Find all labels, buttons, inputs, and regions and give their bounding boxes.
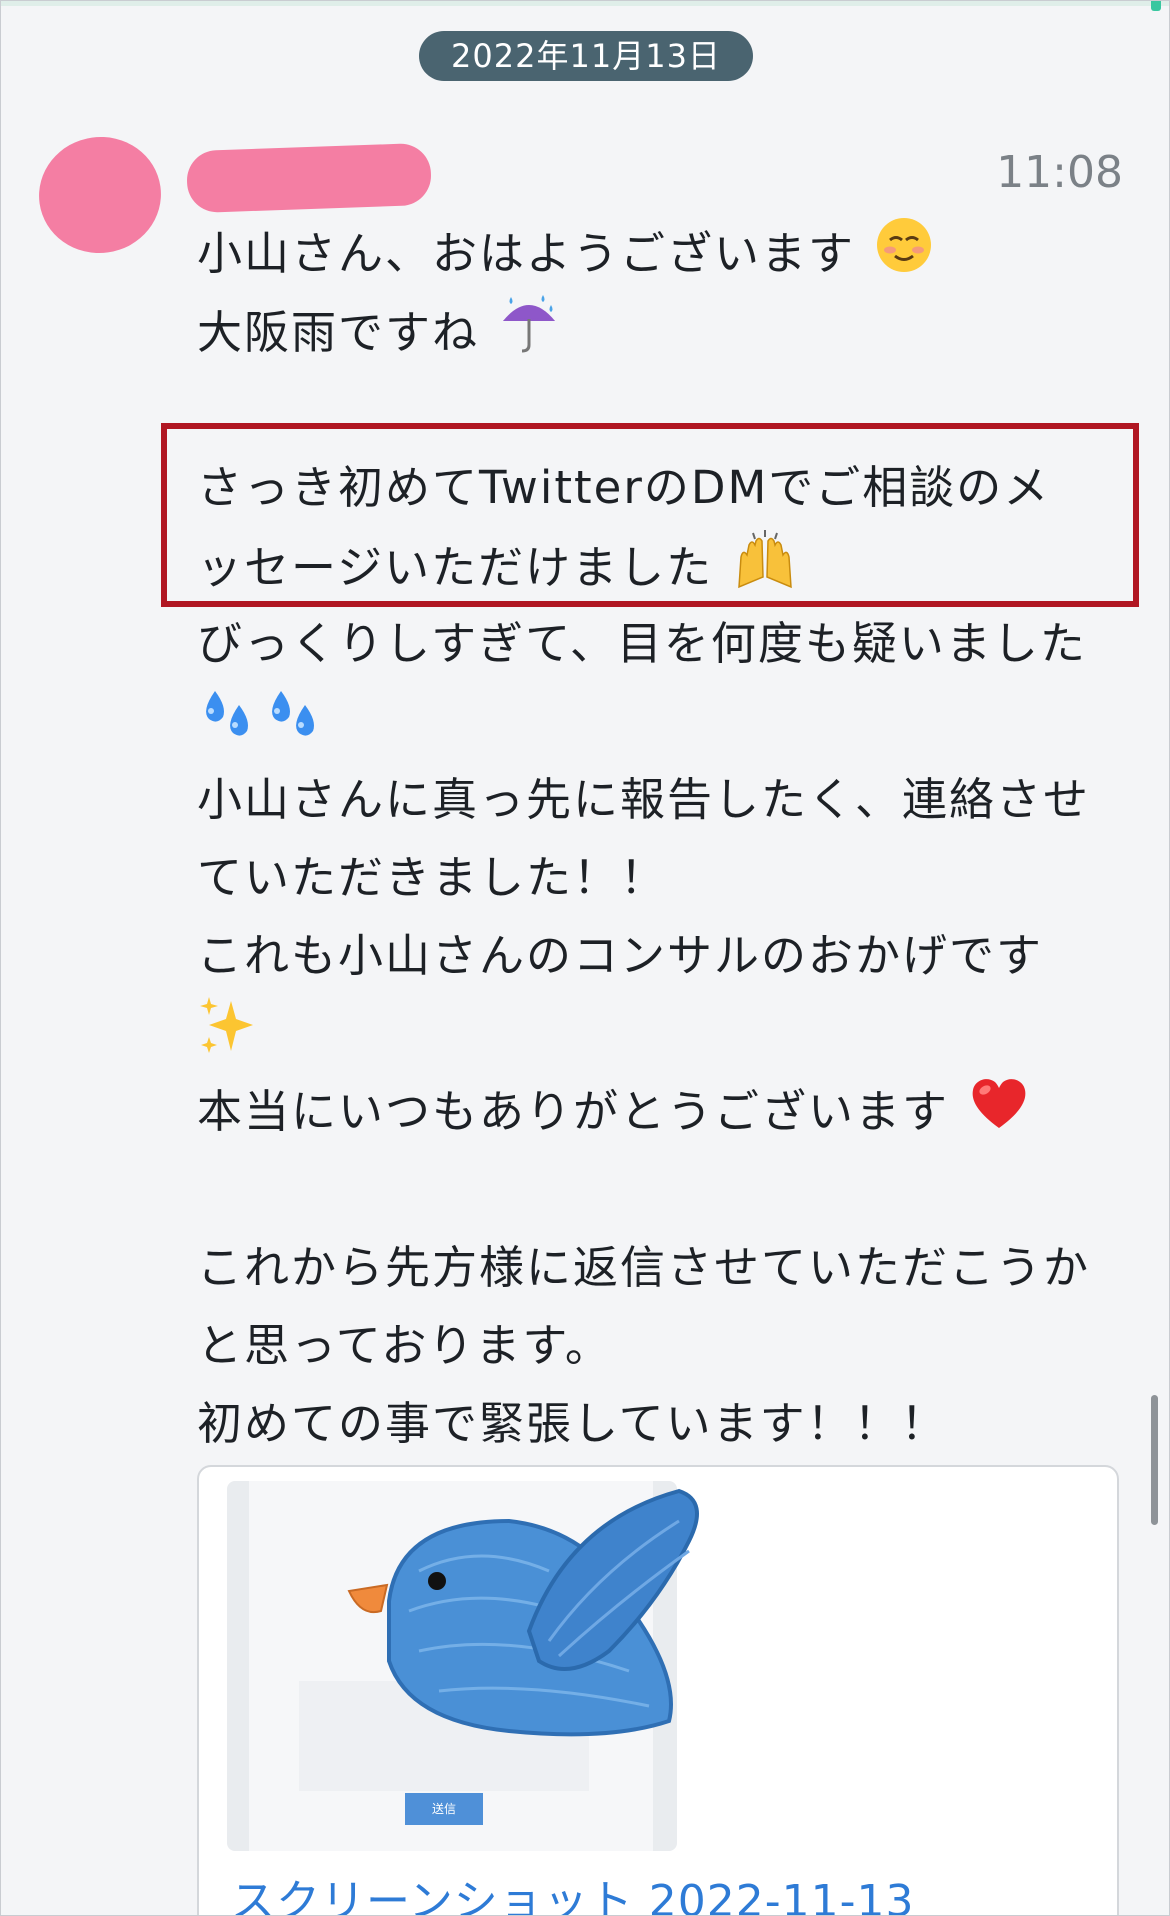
message-line: [197, 683, 1117, 761]
attachment-filename-link[interactable]: スクリーンショット 2022-11-13: [231, 1865, 915, 1915]
umbrella-with-rain-icon: [499, 293, 559, 379]
scrollbar-thumb[interactable]: [1151, 1395, 1158, 1525]
message-line: 小山さん、おはようございます: [197, 215, 1117, 293]
highlight-annotation-box: [161, 423, 1139, 607]
top-accent-marker: [1151, 1, 1161, 11]
sparkles-emoji-icon: [197, 995, 259, 1081]
date-separator: 2022年11月13日: [419, 31, 753, 81]
message-line-text: これから先方様に返信させていただこうか: [197, 1241, 1091, 1294]
avatar-redacted[interactable]: [31, 129, 169, 261]
message-line-text: 本当にいつもありがとうございます: [197, 1085, 950, 1138]
message-line: これも小山さんのコンサルのおかげです: [197, 917, 1117, 995]
message-line-blank: [197, 1151, 1117, 1229]
message-line-text: びっくりしすぎて、目を何度も疑いました: [197, 617, 1087, 670]
message-line: びっくりしすぎて、目を何度も疑いました: [197, 605, 1117, 683]
message-line-text: 小山さんに真っ先に報告したく、連絡させ: [197, 773, 1091, 826]
sweat-droplets-emoji-icon: [197, 683, 323, 769]
top-accent-bar: [1, 1, 1169, 6]
thumbnail-send-button: 送信: [405, 1793, 483, 1825]
message-line: 小山さんに真っ先に報告したく、連絡させ: [197, 761, 1117, 839]
message-line-text: と思っております。: [197, 1319, 612, 1372]
message-line: ていただきました！！: [197, 839, 1117, 917]
message-line-text: 小山さん、おはようございます: [197, 227, 856, 280]
message-line: 本当にいつもありがとうございます: [197, 1073, 1117, 1151]
message-line-text: ていただきました！！: [197, 851, 668, 904]
message-line: [197, 995, 1117, 1073]
chat-window: 2022年11月13日 11:08 小山さん、おはようございます 大阪雨ですね: [0, 0, 1170, 1916]
bird-sticker-icon: [347, 1488, 699, 1737]
relieved-face-emoji-icon: [875, 216, 933, 298]
message-line-text: 初めての事で緊張しています！！！: [197, 1397, 948, 1450]
message-line: 初めての事で緊張しています！！！: [197, 1385, 1117, 1463]
sender-name-redacted[interactable]: [185, 142, 433, 214]
message-body: 小山さん、おはようございます 大阪雨ですね さっき初めてTwitterのDMでご…: [197, 215, 1117, 1463]
message-timestamp: 11:08: [996, 147, 1123, 198]
message-line-text: これも小山さんのコンサルのおかげです: [197, 929, 1044, 982]
message-line: 大阪雨ですね: [197, 293, 1117, 371]
message-line: これから先方様に返信させていただこうか: [197, 1229, 1117, 1307]
screenshot-attachment-card[interactable]: 送信 スクリーンショット 2022-11-13: [197, 1465, 1119, 1915]
red-heart-emoji-icon: [969, 1074, 1029, 1156]
attachment-thumbnail[interactable]: 送信: [227, 1481, 699, 1851]
message-line: と思っております。: [197, 1307, 1117, 1385]
message-line-text: 大阪雨ですね: [197, 306, 480, 359]
